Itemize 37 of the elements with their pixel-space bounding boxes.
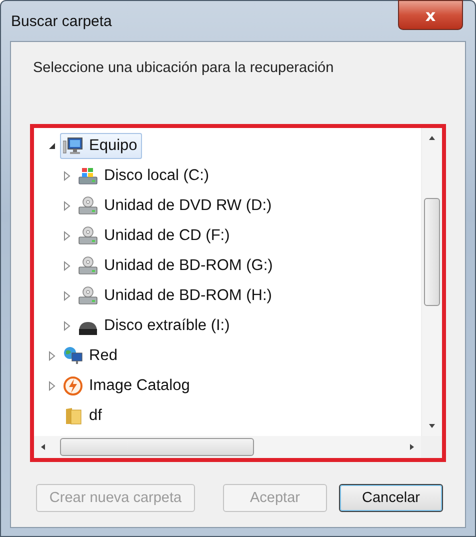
tree-item[interactable]: Equipo xyxy=(60,133,142,159)
tree-item[interactable]: Unidad de DVD RW (D:) xyxy=(75,193,277,219)
lightning-icon xyxy=(63,376,83,396)
disc-drive-icon xyxy=(78,226,98,246)
tree-item[interactable]: Image Catalog xyxy=(60,373,195,399)
computer-icon xyxy=(63,136,83,156)
disc-drive-icon xyxy=(78,196,98,216)
instruction-text: Seleccione una ubicación para la recuperación xyxy=(33,60,335,78)
folder-icon xyxy=(63,406,83,426)
tree-item[interactable]: Unidad de CD (F:) xyxy=(75,223,235,249)
network-icon xyxy=(63,346,83,366)
collapse-arrow-icon[interactable] xyxy=(48,141,56,151)
expand-arrow-icon[interactable] xyxy=(63,261,71,271)
expand-arrow-icon[interactable] xyxy=(63,291,71,301)
tree-item[interactable]: Unidad de BD-ROM (G:) xyxy=(75,253,278,279)
expand-arrow-icon[interactable] xyxy=(63,231,71,241)
disc-drive-icon xyxy=(78,286,98,306)
close-button[interactable]: x xyxy=(398,0,463,30)
drive-icon xyxy=(78,166,98,186)
expand-arrow-icon[interactable] xyxy=(48,381,56,391)
tree-item[interactable]: Disco local (C:) xyxy=(75,163,214,189)
scroll-thumb[interactable] xyxy=(60,438,254,456)
window-title: Buscar carpeta xyxy=(11,13,112,30)
vertical-scrollbar[interactable] xyxy=(421,128,442,436)
expand-arrow-icon[interactable] xyxy=(48,351,56,361)
tree-item[interactable]: Disco extraíble (I:) xyxy=(75,313,235,339)
expand-arrow-icon[interactable] xyxy=(63,321,71,331)
tree-item[interactable]: df xyxy=(60,403,107,429)
scrollbar-corner xyxy=(421,436,442,458)
horizontal-scrollbar[interactable] xyxy=(34,436,421,458)
disc-drive-icon xyxy=(78,256,98,276)
expand-arrow-icon[interactable] xyxy=(63,201,71,211)
tree-item[interactable]: Red xyxy=(60,343,122,369)
tree-item[interactable]: Unidad de BD-ROM (H:) xyxy=(75,283,277,309)
scroll-thumb[interactable] xyxy=(424,198,440,306)
dialog-button[interactable]: Cancelar xyxy=(339,484,443,512)
expand-arrow-icon[interactable] xyxy=(63,171,71,181)
